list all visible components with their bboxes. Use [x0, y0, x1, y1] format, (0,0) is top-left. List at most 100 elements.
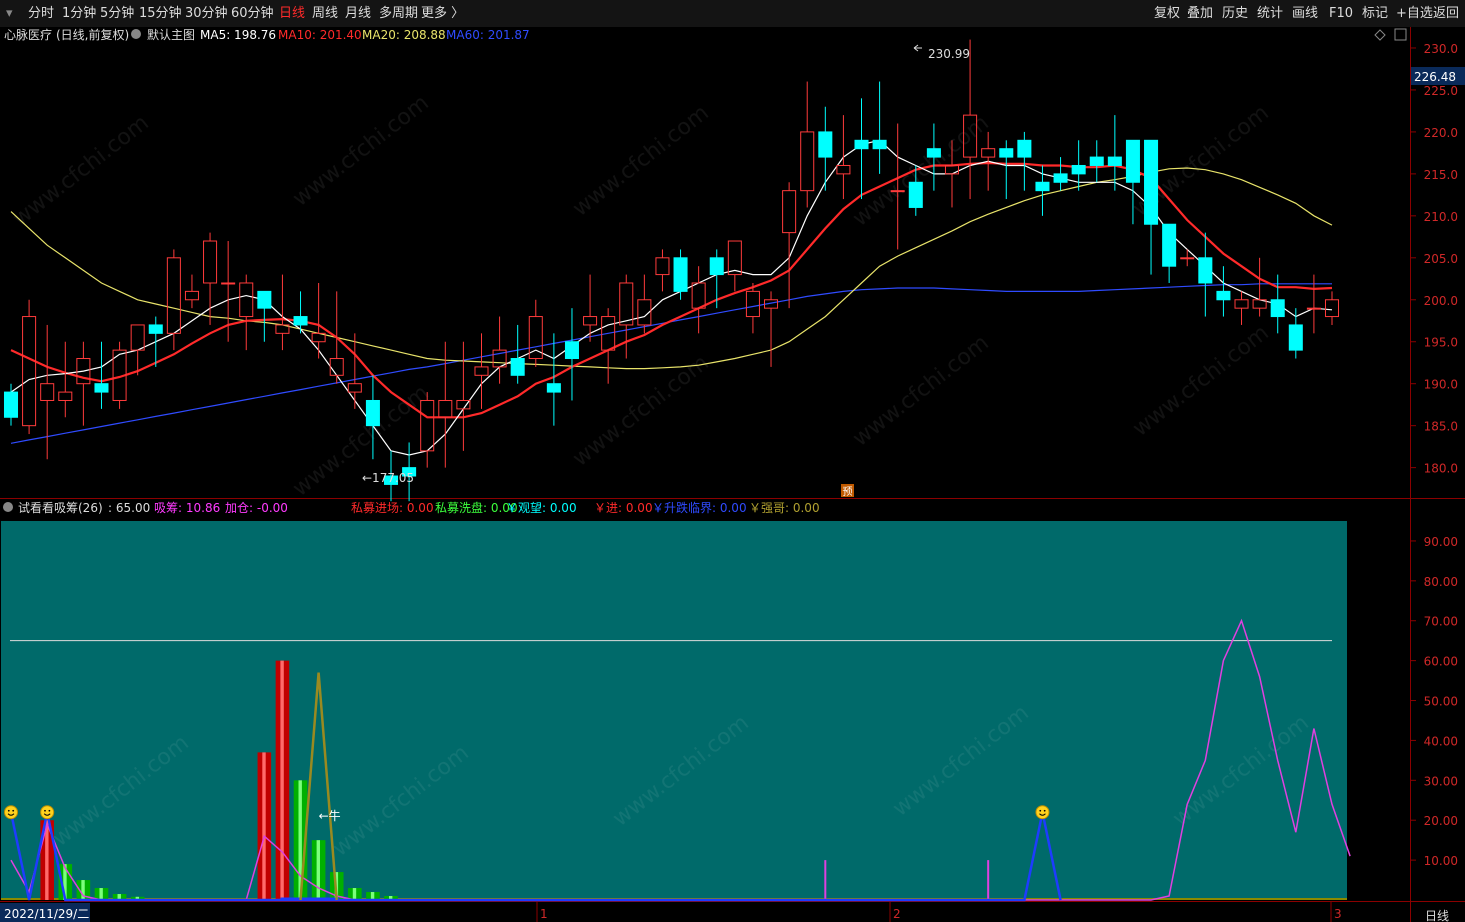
toolbar-button-0[interactable]: 复权: [1154, 0, 1180, 27]
candle-body: [1071, 164, 1086, 175]
indicator-toggle-icon[interactable]: [3, 502, 13, 512]
candle-body: [818, 131, 833, 158]
template-toggle-icon[interactable]: [131, 29, 141, 39]
sub-y-tick-label: 60.00: [1424, 655, 1458, 669]
ma-legend-1: MA10: 201.40: [278, 28, 362, 42]
indicator-legend-2: 私募进场: 0.00: [351, 501, 434, 515]
month-label: 3: [1334, 907, 1342, 921]
candle-body: [221, 282, 236, 285]
period-label: 日线: [1425, 909, 1449, 922]
y-tick-label: 220.0: [1424, 126, 1458, 140]
indicator-ref-value: : 65.00: [108, 501, 150, 515]
sub-y-tick-label: 10.00: [1424, 854, 1458, 868]
candle-body: [673, 257, 688, 292]
sub-y-tick-label: 20.00: [1424, 814, 1458, 828]
green-bar: [311, 840, 326, 900]
sub-y-tick-label: 30.00: [1424, 774, 1458, 788]
period-tab-6[interactable]: 日线: [279, 0, 305, 27]
toolbar-button-2[interactable]: 历史: [1222, 0, 1248, 27]
period-tab-4[interactable]: 30分钟: [185, 0, 228, 27]
candle-body: [890, 190, 905, 193]
candle-body: [1144, 139, 1159, 225]
candle-body: [3, 391, 19, 418]
smiley-face: [1035, 805, 1050, 820]
green-bar-highlight: [99, 888, 103, 900]
green-bar-highlight: [352, 888, 357, 900]
red-bar: [275, 660, 290, 900]
cow-label: ←牛: [319, 808, 341, 823]
smiley-icon: [4, 805, 18, 820]
period-tab-3[interactable]: 15分钟: [139, 0, 182, 27]
candle-body: [1053, 173, 1068, 183]
indicator-title: 试看看吸筹(26): [18, 500, 103, 515]
candle-body: [1216, 290, 1231, 301]
candle-body: [510, 358, 525, 376]
sub-y-tick-label: 40.00: [1424, 734, 1458, 748]
candle-body: [709, 257, 724, 276]
toolbar-button-6[interactable]: 标记: [1362, 0, 1388, 27]
period-tab-1[interactable]: 1分钟: [62, 0, 96, 27]
period-tab-8[interactable]: 月线: [345, 0, 371, 27]
smiley-face: [40, 805, 55, 820]
ma-legend-0: MA5: 198.76: [200, 28, 276, 42]
candle-body: [926, 148, 941, 158]
period-tab-5[interactable]: 60分钟: [231, 0, 274, 27]
smiley-eye: [12, 809, 15, 812]
y-tick-label: 185.0: [1424, 420, 1458, 434]
indicator-legend-0: 吸筹: 10.86: [154, 501, 220, 515]
date-cursor-label: 2022/11/29/二: [4, 907, 89, 921]
indicator-legend-7: ￥强哥: 0.00: [749, 501, 820, 515]
candle-body: [257, 290, 272, 309]
indicator-legend-6: ￥升跌临界: 0.00: [652, 500, 747, 515]
red-bar: [257, 752, 272, 900]
y-tick-label: 210.0: [1424, 210, 1458, 224]
template-name: 默认主图: [147, 27, 195, 42]
candle-body: [1270, 299, 1285, 318]
stock-name: 心脉医疗: [4, 27, 52, 42]
red-bar-highlight: [280, 660, 284, 900]
candle-body: [1198, 257, 1213, 284]
candle-body: [1288, 324, 1303, 351]
candle-body: [1180, 257, 1195, 260]
green-bar-highlight: [316, 840, 320, 900]
candle-body: [1089, 156, 1104, 166]
sub-y-tick-label: 80.00: [1424, 575, 1458, 589]
smiley-eye: [44, 809, 46, 812]
candle-body: [1125, 139, 1140, 183]
candle-body: [872, 139, 887, 150]
smiley-eye: [48, 809, 51, 812]
y-tick-label: 230.0: [1424, 42, 1458, 56]
period-tab-9[interactable]: 多周期: [379, 0, 418, 27]
current-price-label: 226.48: [1414, 70, 1456, 84]
y-tick-label: 180.0: [1424, 462, 1458, 476]
smiley-face: [4, 805, 18, 820]
candle-body: [293, 316, 308, 326]
period-tab-10[interactable]: 更多 〉: [421, 0, 464, 27]
sub-y-tick-label: 50.00: [1424, 695, 1458, 709]
candle-body: [1107, 156, 1122, 166]
toolbar-button-8[interactable]: 返回: [1433, 0, 1459, 27]
period-tab-0[interactable]: 分时: [28, 0, 54, 27]
chart-area: www.cfchi.com www.cfchi.com www.cfchi.com w…: [0, 27, 1465, 922]
menu-icon[interactable]: ▾: [6, 0, 13, 27]
toolbar-button-3[interactable]: 统计: [1257, 0, 1283, 27]
low-price-label: ←177.05: [362, 471, 414, 485]
period-tab-2[interactable]: 5分钟: [100, 0, 134, 27]
ma-legend-2: MA20: 208.88: [362, 28, 446, 42]
high-price-label: 230.99: [928, 47, 970, 61]
smiley-icon: [40, 805, 55, 820]
smiley-icon: [1035, 805, 1050, 820]
sub-y-tick-label: 70.00: [1424, 615, 1458, 629]
candle-body: [854, 139, 869, 150]
toolbar-button-4[interactable]: 画线: [1292, 0, 1318, 27]
toolbar-button-1[interactable]: 叠加: [1187, 0, 1213, 27]
candle-body: [546, 383, 561, 393]
period-tab-7[interactable]: 周线: [312, 0, 338, 27]
toolbar-button-7[interactable]: +自选: [1396, 0, 1433, 27]
toolbar-button-5[interactable]: F10: [1329, 0, 1353, 27]
forecast-marker-label: 预: [843, 486, 853, 498]
candle-body: [999, 148, 1014, 158]
y-tick-label: 195.0: [1424, 336, 1458, 350]
y-tick-label: 190.0: [1424, 378, 1458, 392]
candle-body: [1306, 307, 1321, 310]
